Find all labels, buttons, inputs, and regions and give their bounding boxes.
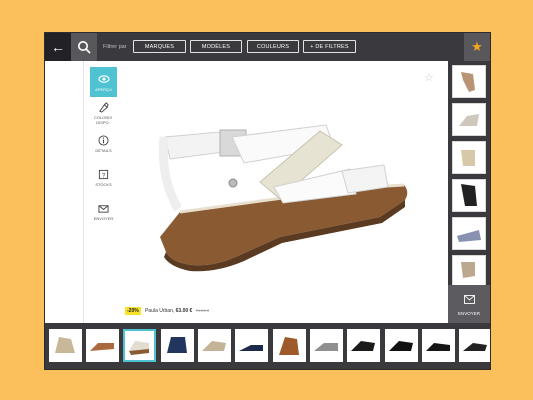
menu-item-stocks[interactable]: ? STOCKS — [90, 169, 117, 187]
product-name: Paula Urban, — [145, 308, 175, 314]
product-thumbnail[interactable] — [161, 329, 194, 362]
variant-thumbnail[interactable] — [452, 217, 486, 250]
menu-label-details: DÉTAILS — [95, 148, 112, 153]
product-thumbnail[interactable] — [385, 329, 418, 362]
top-bar: ← Filtrer par MARQUES MODÈLES COULEURS +… — [45, 33, 490, 61]
product-thumbnail[interactable] — [347, 329, 380, 362]
filter-brands-button[interactable]: MARQUES — [133, 40, 186, 53]
search-icon — [78, 41, 91, 54]
paint-icon — [99, 102, 109, 113]
menu-item-coloris[interactable]: COLORIS DISPO. — [90, 102, 117, 125]
menu-item-envoyer[interactable]: ENVOYER — [90, 203, 117, 221]
product-price-line: -20% Paula Urban, 63.00 € 79.00 € — [125, 306, 209, 316]
more-filters-button[interactable]: + DE FILTRES — [303, 40, 356, 53]
favorites-button[interactable]: ★ — [464, 33, 490, 61]
product-price: 63.00 € — [175, 308, 193, 314]
product-thumbnail[interactable] — [49, 329, 82, 362]
variant-thumbnail[interactable] — [452, 255, 486, 288]
svg-text:?: ? — [102, 172, 106, 179]
back-button[interactable]: ← — [45, 33, 71, 61]
product-thumbnail[interactable] — [422, 329, 455, 362]
star-icon: ★ — [471, 39, 483, 54]
variant-thumbnail[interactable] — [452, 179, 486, 212]
favorite-star-icon[interactable]: ☆ — [424, 71, 434, 84]
arrow-left-icon: ← — [51, 39, 65, 55]
variant-thumbnail[interactable] — [452, 141, 486, 174]
product-thumbnail[interactable] — [310, 329, 343, 362]
product-thumbnail[interactable] — [198, 329, 231, 362]
eye-icon — [97, 75, 110, 83]
menu-label-coloris: COLORIS DISPO. — [93, 115, 112, 125]
product-thumbnail[interactable] — [235, 329, 268, 362]
side-menu: APERÇU COLORIS DISPO. DÉTAILS ? STOCKS E… — [90, 67, 117, 301]
variant-thumbnail[interactable] — [452, 103, 486, 136]
send-button[interactable]: ENVOYER — [448, 285, 490, 323]
app-window: ← Filtrer par MARQUES MODÈLES COULEURS +… — [44, 32, 491, 370]
filter-label: Filtrer par — [103, 44, 127, 50]
info-icon — [98, 135, 109, 146]
product-thumbnail[interactable] — [273, 329, 306, 362]
product-thumbnail[interactable] — [459, 329, 490, 362]
left-panel — [45, 61, 84, 323]
menu-label-stocks: STOCKS — [95, 182, 112, 187]
menu-item-details[interactable]: DÉTAILS — [90, 135, 117, 153]
product-old-price: 79.00 € — [195, 308, 210, 313]
product-viewer — [120, 67, 442, 323]
product-thumbnail[interactable] — [86, 329, 119, 362]
filter-models-button[interactable]: MODÈLES — [190, 40, 242, 53]
discount-badge: -20% — [125, 307, 141, 315]
product-thumbnail-selected[interactable] — [123, 329, 156, 362]
menu-label-envoyer: ENVOYER — [93, 216, 114, 221]
variant-thumbnails-panel — [448, 61, 490, 323]
product-thumbnail-strip — [45, 323, 490, 369]
search-button[interactable] — [71, 33, 97, 61]
mail-icon — [463, 295, 475, 304]
filter-colors-button[interactable]: COULEURS — [247, 40, 299, 53]
variant-thumbnail[interactable] — [452, 65, 486, 98]
mail-icon — [98, 205, 109, 213]
menu-label-apercu: APERÇU — [95, 87, 112, 92]
send-label: ENVOYER — [457, 311, 480, 316]
product-sandal-image — [158, 124, 408, 272]
question-icon: ? — [98, 169, 109, 179]
menu-item-apercu[interactable]: APERÇU — [90, 67, 117, 97]
